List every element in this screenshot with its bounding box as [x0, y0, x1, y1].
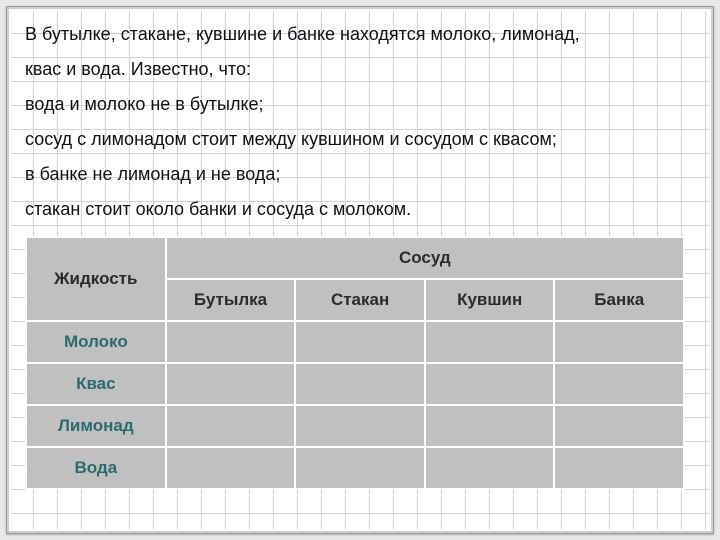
cell [295, 363, 425, 405]
problem-text: В бутылке, стакане, кувшине и банке нахо… [25, 17, 695, 228]
cell [425, 447, 555, 489]
logic-table: Жидкость Сосуд Бутылка Стакан Кувшин Бан… [25, 236, 685, 490]
slide-frame: В бутылке, стакане, кувшине и банке нахо… [6, 6, 714, 534]
problem-line: В бутылке, стакане, кувшине и банке нахо… [25, 17, 695, 52]
table-header-row: Жидкость Сосуд [26, 237, 684, 279]
cell [166, 363, 296, 405]
liquid-name: Квас [26, 363, 166, 405]
slide-content: В бутылке, стакане, кувшине и банке нахо… [7, 7, 713, 490]
liquid-name: Молоко [26, 321, 166, 363]
problem-line: квас и вода. Известно, что: [25, 52, 695, 87]
cell [295, 321, 425, 363]
cell [554, 363, 684, 405]
liquid-name: Вода [26, 447, 166, 489]
table-row: Лимонад [26, 405, 684, 447]
vessel-col: Банка [554, 279, 684, 321]
liquid-name: Лимонад [26, 405, 166, 447]
vessel-col: Бутылка [166, 279, 296, 321]
problem-line: в банке не лимонад и не вода; [25, 157, 695, 192]
cell [425, 363, 555, 405]
cell [554, 447, 684, 489]
problem-line: сосуд с лимонадом стоит между кувшином и… [25, 122, 695, 157]
vessel-header: Сосуд [166, 237, 684, 279]
table-row: Вода [26, 447, 684, 489]
table-row: Молоко [26, 321, 684, 363]
cell [554, 321, 684, 363]
cell [554, 405, 684, 447]
liquid-header: Жидкость [26, 237, 166, 321]
cell [166, 321, 296, 363]
cell [166, 447, 296, 489]
cell [166, 405, 296, 447]
cell [295, 447, 425, 489]
problem-line: вода и молоко не в бутылке; [25, 87, 695, 122]
vessel-col: Стакан [295, 279, 425, 321]
problem-line: стакан стоит около банки и сосуда с моло… [25, 192, 695, 227]
cell [425, 321, 555, 363]
cell [425, 405, 555, 447]
vessel-col: Кувшин [425, 279, 555, 321]
cell [295, 405, 425, 447]
table-row: Квас [26, 363, 684, 405]
